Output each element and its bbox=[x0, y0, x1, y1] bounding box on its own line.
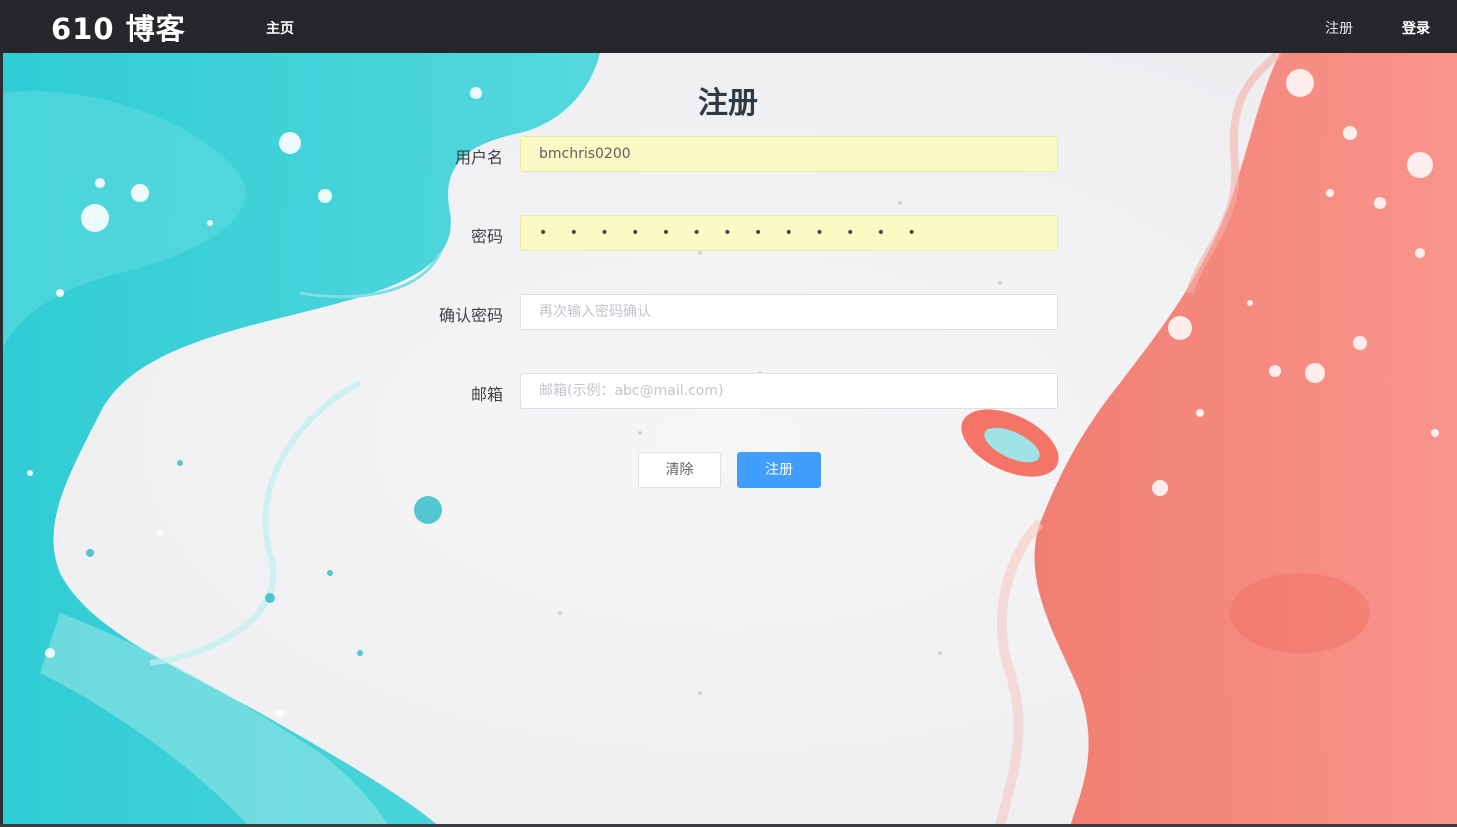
username-value: bmchris0200 bbox=[539, 146, 631, 162]
password-row: 密码 • • • • • • • • • • • • • bbox=[400, 215, 1060, 251]
password-input[interactable]: • • • • • • • • • • • • • bbox=[520, 215, 1058, 251]
email-input[interactable] bbox=[520, 373, 1058, 409]
page-title: 注册 bbox=[698, 86, 758, 121]
username-row: 用户名 bmchris0200 bbox=[400, 136, 1060, 172]
email-label: 邮箱 bbox=[470, 385, 503, 404]
nav-link-login[interactable]: 登录 bbox=[1402, 18, 1430, 38]
confirm-password-row: 确认密码 bbox=[400, 294, 1060, 330]
password-masked-value: • • • • • • • • • • • • • bbox=[539, 225, 925, 241]
nav-link-home[interactable]: 主页 bbox=[266, 18, 294, 38]
email-row: 邮箱 bbox=[400, 373, 1060, 409]
site-logo[interactable]: 610 博客 bbox=[51, 6, 186, 48]
password-label: 密码 bbox=[470, 227, 503, 246]
nav-link-register[interactable]: 注册 bbox=[1325, 18, 1353, 38]
confirm-password-label: 确认密码 bbox=[438, 306, 503, 325]
top-navbar: 610 博客 主页 注册 登录 bbox=[0, 0, 1457, 53]
username-input[interactable]: bmchris0200 bbox=[520, 136, 1058, 172]
confirm-password-input[interactable] bbox=[520, 294, 1058, 330]
window-left-edge bbox=[0, 53, 3, 827]
register-submit-button[interactable]: 注册 bbox=[737, 452, 821, 488]
clear-button[interactable]: 清除 bbox=[638, 452, 721, 488]
username-label: 用户名 bbox=[454, 148, 503, 167]
